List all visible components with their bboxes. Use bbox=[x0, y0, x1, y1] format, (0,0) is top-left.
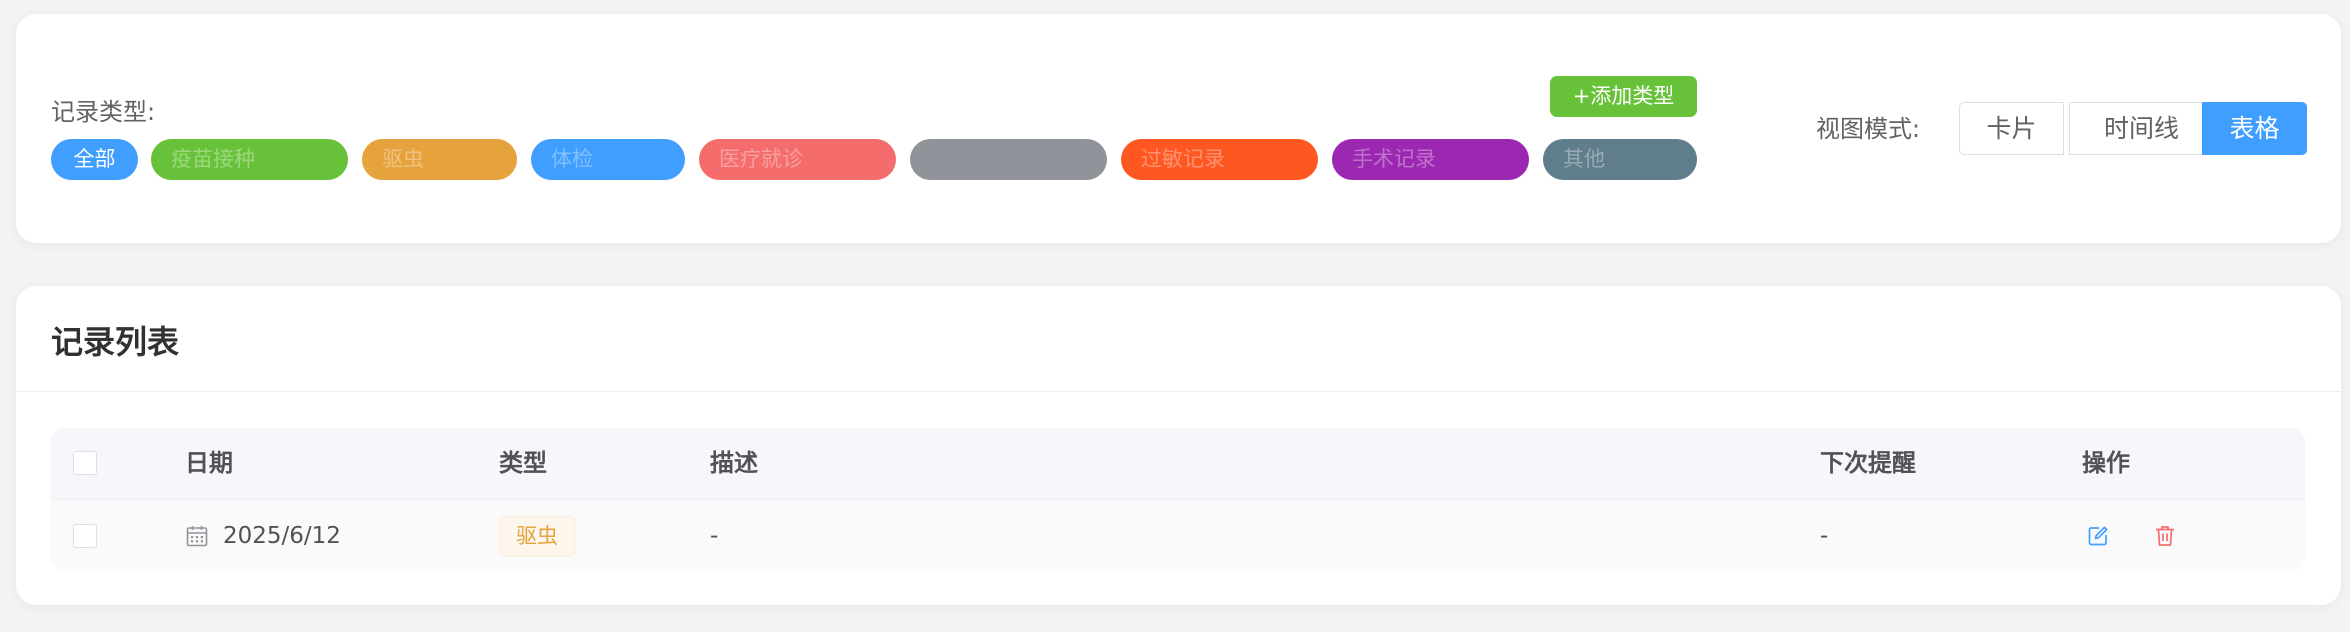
column-next-reminder[interactable]: 下次提醒 bbox=[1820, 428, 1916, 499]
column-type[interactable]: 类型 bbox=[499, 428, 547, 499]
filter-card: 记录类型: +添加类型 全部 疫苗接种 驱虫 体检 医疗就诊 过敏记录 手术记录… bbox=[16, 14, 2341, 243]
chip-vaccine[interactable]: 疫苗接种 bbox=[151, 139, 348, 180]
chip-medical-visit[interactable]: 医疗就诊 bbox=[699, 139, 896, 180]
trash-icon[interactable] bbox=[2153, 524, 2177, 548]
select-all-checkbox[interactable] bbox=[73, 451, 97, 475]
type-tag: 驱虫 bbox=[499, 516, 575, 557]
chip-surgery[interactable]: 手术记录 bbox=[1332, 139, 1529, 180]
chip-gray[interactable] bbox=[910, 139, 1107, 180]
view-mode-label: 视图模式: bbox=[1816, 115, 1921, 143]
row-checkbox[interactable] bbox=[73, 524, 97, 548]
view-timeline-button[interactable]: 时间线 bbox=[2069, 102, 2214, 155]
chip-other[interactable]: 其他 bbox=[1543, 139, 1697, 180]
table-row[interactable]: 2025/6/12 驱虫 - - bbox=[51, 499, 2305, 571]
chip-deworming[interactable]: 驱虫 bbox=[362, 139, 517, 180]
record-list-card: 记录列表 日期 类型 描述 下次提醒 操作 2025/6/12 驱虫 - - bbox=[16, 286, 2341, 605]
view-table-button[interactable]: 表格 bbox=[2202, 102, 2307, 155]
chip-checkup[interactable]: 体检 bbox=[531, 139, 685, 180]
chip-all[interactable]: 全部 bbox=[51, 139, 138, 180]
calendar-icon bbox=[186, 526, 208, 547]
record-type-label: 记录类型: bbox=[51, 98, 156, 126]
view-card-button[interactable]: 卡片 bbox=[1959, 102, 2064, 155]
record-next-reminder: - bbox=[1820, 523, 1829, 549]
record-description: - bbox=[710, 523, 719, 549]
record-date: 2025/6/12 bbox=[223, 523, 341, 549]
table-header: 日期 类型 描述 下次提醒 操作 bbox=[51, 428, 2305, 499]
list-title: 记录列表 bbox=[51, 323, 180, 361]
divider bbox=[16, 391, 2341, 392]
date-cell: 2025/6/12 bbox=[185, 500, 341, 571]
column-actions: 操作 bbox=[2082, 449, 2130, 477]
records-table: 日期 类型 描述 下次提醒 操作 2025/6/12 驱虫 - - bbox=[51, 428, 2305, 571]
edit-icon[interactable] bbox=[2086, 524, 2110, 548]
add-type-button[interactable]: +添加类型 bbox=[1550, 76, 1697, 117]
column-date[interactable]: 日期 bbox=[185, 428, 233, 499]
column-description[interactable]: 描述 bbox=[710, 428, 758, 499]
chip-allergy[interactable]: 过敏记录 bbox=[1121, 139, 1318, 180]
